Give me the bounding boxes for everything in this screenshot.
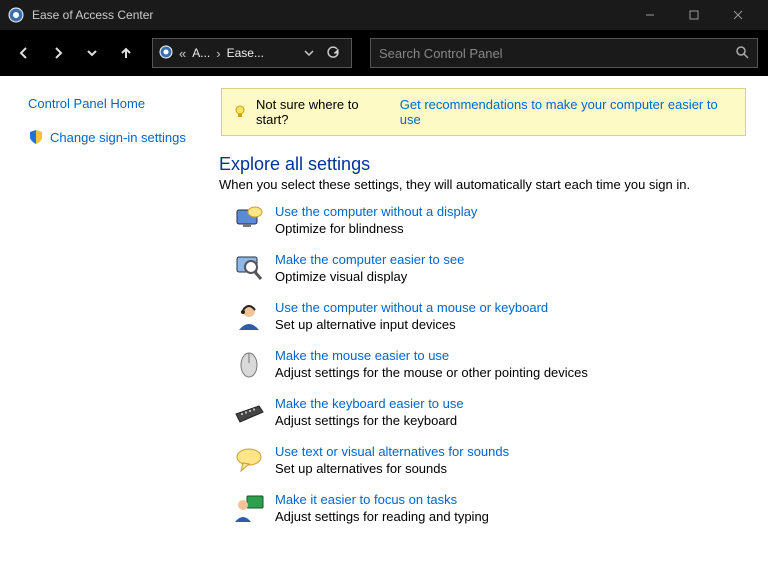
search-box[interactable] [370,38,758,68]
setting-item: Make the mouse easier to use Adjust sett… [233,348,746,380]
setting-link[interactable]: Use text or visual alternatives for soun… [275,444,509,459]
lightbulb-icon [232,104,248,120]
chevron-left-icon: « [179,46,186,61]
section-subtitle: When you select these settings, they wil… [219,177,746,192]
person-board-icon [233,492,265,524]
setting-desc: Adjust settings for the mouse or other p… [275,365,588,380]
search-input[interactable] [379,46,735,61]
setting-desc: Adjust settings for the keyboard [275,413,464,428]
hint-link[interactable]: Get recommendations to make your compute… [400,97,735,127]
setting-item: Make the keyboard easier to use Adjust s… [233,396,746,428]
magnifier-screen-icon [233,252,265,284]
sidebar-link-home[interactable]: Control Panel Home [28,96,201,111]
keyboard-icon [233,396,265,428]
sidebar: Control Panel Home Change sign-in settin… [0,76,215,576]
sidebar-link-signin[interactable]: Change sign-in settings [28,129,201,145]
close-button[interactable] [716,0,760,30]
setting-desc: Optimize visual display [275,269,464,284]
setting-link[interactable]: Use the computer without a display [275,204,477,219]
breadcrumb-seg-1[interactable]: A... [192,46,210,60]
setting-link[interactable]: Use the computer without a mouse or keyb… [275,300,548,315]
app-icon [8,7,24,23]
setting-desc: Set up alternative input devices [275,317,548,332]
search-icon[interactable] [735,45,749,62]
breadcrumb-icon [159,45,173,62]
mouse-icon [233,348,265,380]
maximize-button[interactable] [672,0,716,30]
headset-person-icon [233,300,265,332]
setting-desc: Adjust settings for reading and typing [275,509,489,524]
minimize-button[interactable] [628,0,672,30]
forward-button[interactable] [44,39,72,67]
setting-item: Use the computer without a mouse or keyb… [233,300,746,332]
setting-item: Use text or visual alternatives for soun… [233,444,746,476]
breadcrumb[interactable]: « A... › Ease... [152,38,352,68]
setting-item: Make the computer easier to see Optimize… [233,252,746,284]
setting-link[interactable]: Make the computer easier to see [275,252,464,267]
setting-desc: Set up alternatives for sounds [275,461,509,476]
window-title: Ease of Access Center [32,8,628,22]
refresh-button[interactable] [319,39,347,67]
navbar: « A... › Ease... [0,30,768,76]
setting-link[interactable]: Make the mouse easier to use [275,348,588,363]
up-button[interactable] [112,39,140,67]
display-off-icon [233,204,265,236]
chevron-right-icon: › [216,46,220,61]
back-button[interactable] [10,39,38,67]
setting-link[interactable]: Make the keyboard easier to use [275,396,464,411]
setting-desc: Optimize for blindness [275,221,477,236]
setting-link[interactable]: Make it easier to focus on tasks [275,492,489,507]
titlebar: Ease of Access Center [0,0,768,30]
setting-item: Make it easier to focus on tasks Adjust … [233,492,746,524]
content: Control Panel Home Change sign-in settin… [0,76,768,576]
hint-banner: Not sure where to start? Get recommendat… [221,88,746,136]
main: Not sure where to start? Get recommendat… [215,76,768,576]
section-title: Explore all settings [219,154,746,175]
settings-list: Use the computer without a display Optim… [233,204,746,524]
breadcrumb-seg-2[interactable]: Ease... [227,46,264,60]
recent-dropdown[interactable] [78,39,106,67]
shield-icon [28,129,44,145]
hint-lead: Not sure where to start? [256,97,392,127]
sidebar-link-signin-label: Change sign-in settings [50,130,186,145]
speech-bubble-icon [233,444,265,476]
setting-item: Use the computer without a display Optim… [233,204,746,236]
